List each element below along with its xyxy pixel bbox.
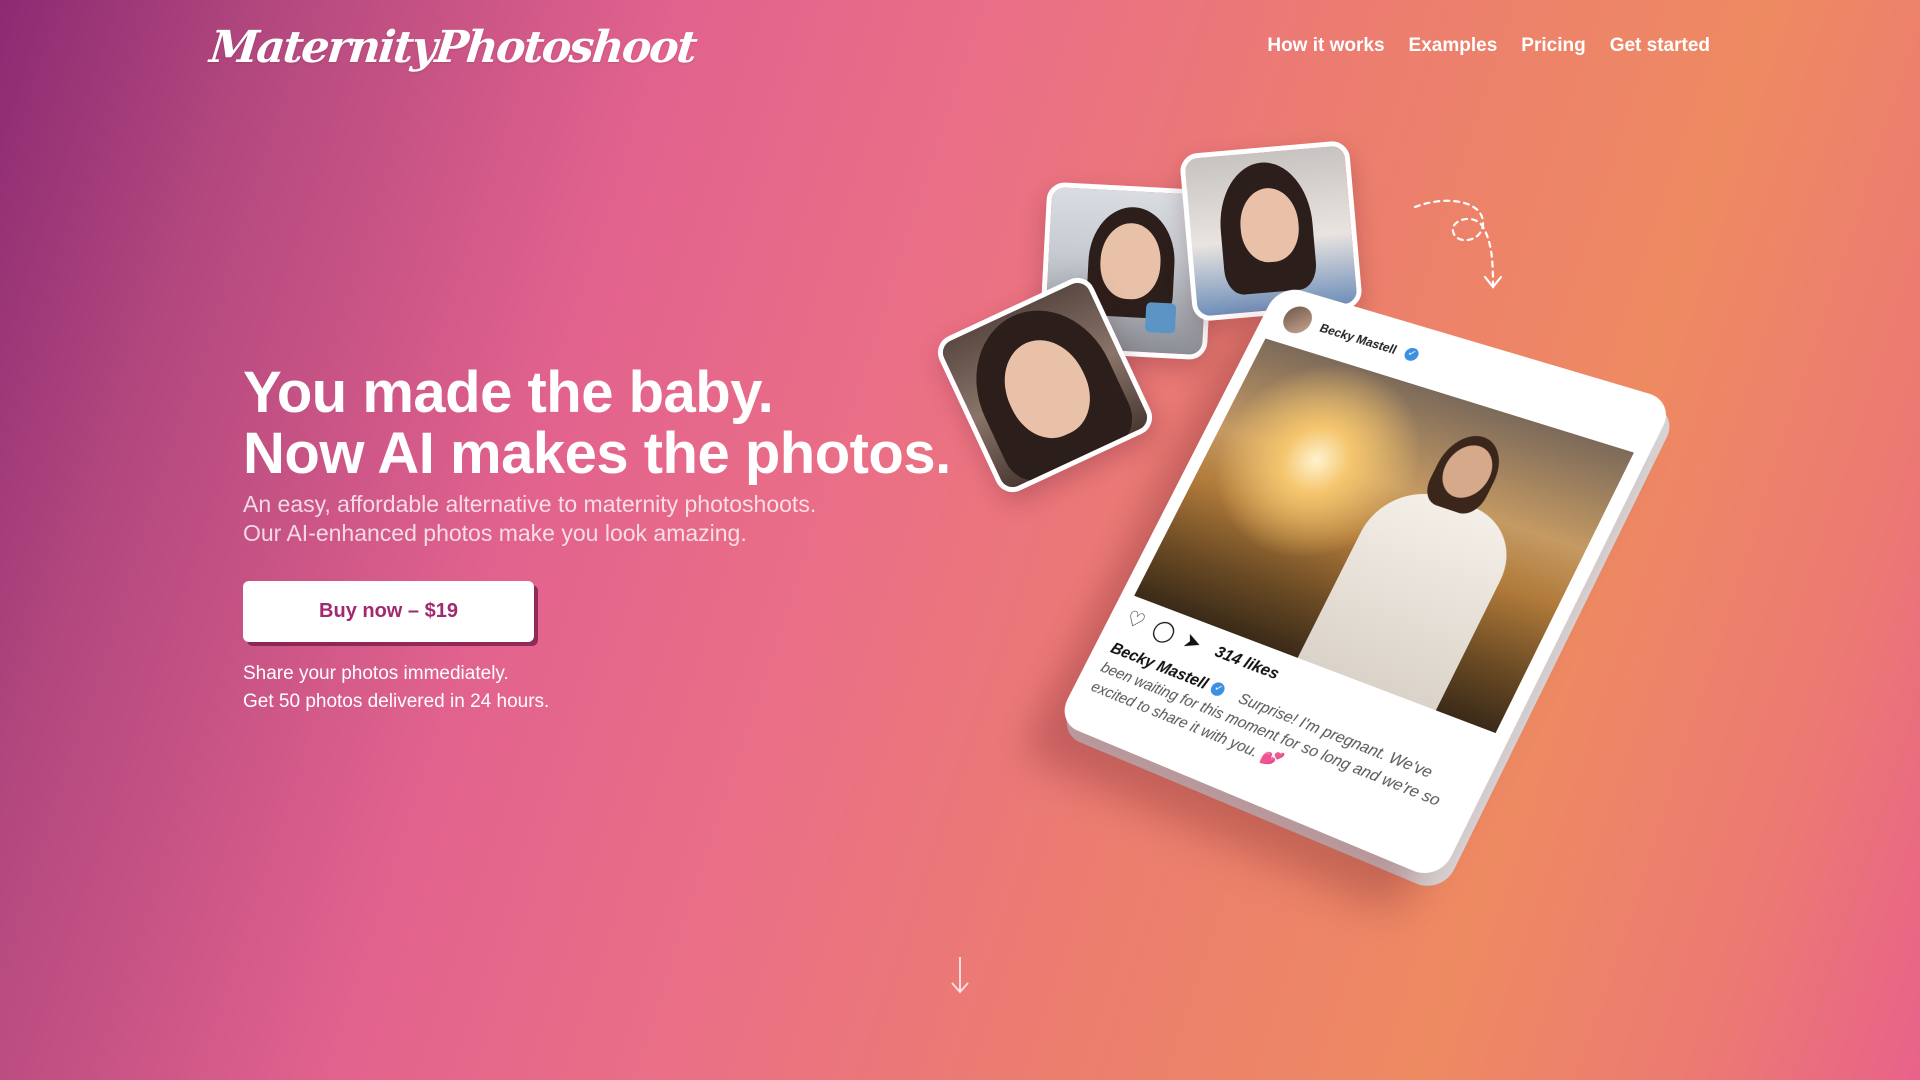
avatar xyxy=(1275,301,1320,339)
nav-get-started[interactable]: Get started xyxy=(1610,34,1710,58)
heart-icon[interactable]: ♡ xyxy=(1122,606,1150,634)
note-line-2: Get 50 photos delivered in 24 hours. xyxy=(243,691,550,712)
delivery-note: Share your photos immediately. Get 50 ph… xyxy=(243,660,549,716)
hero-headline: You made the baby. Now AI makes the phot… xyxy=(243,362,963,484)
headline-line-1: You made the baby. xyxy=(243,360,774,425)
nav-how-it-works[interactable]: How it works xyxy=(1267,34,1384,58)
hero-section: You made the baby. Now AI makes the phot… xyxy=(243,362,963,548)
arrow-down-icon[interactable] xyxy=(948,955,972,995)
selfie-photo-eyes-closed xyxy=(1179,139,1363,323)
social-post-mockup: Becky Mastell ✓ ♡ ◯ ➤ 314 likes Becky Ma… xyxy=(1056,284,1676,882)
post-username: Becky Mastell xyxy=(1317,320,1400,357)
verified-badge-icon: ✓ xyxy=(1402,346,1421,363)
likes-count: 314 likes xyxy=(1211,642,1283,684)
hero-subheadline: An easy, affordable alternative to mater… xyxy=(243,490,963,548)
send-icon[interactable]: ➤ xyxy=(1179,628,1206,656)
main-nav: How it works Examples Pricing Get starte… xyxy=(1267,34,1710,58)
note-line-1: Share your photos immediately. xyxy=(243,663,509,684)
curly-arrow-icon xyxy=(1413,199,1503,289)
brand-logo[interactable]: MaternityPhotoshoot xyxy=(207,18,698,78)
buy-now-button[interactable]: Buy now – $19 xyxy=(243,581,534,642)
comment-icon[interactable]: ◯ xyxy=(1148,616,1180,646)
subheadline-line-1: An easy, affordable alternative to mater… xyxy=(243,491,817,517)
subheadline-line-2: Our AI-enhanced photos make you look ama… xyxy=(243,520,747,546)
nav-examples[interactable]: Examples xyxy=(1409,34,1498,58)
headline-line-2: Now AI makes the photos. xyxy=(243,421,951,486)
nav-pricing[interactable]: Pricing xyxy=(1521,34,1585,58)
post-image xyxy=(1134,338,1634,734)
